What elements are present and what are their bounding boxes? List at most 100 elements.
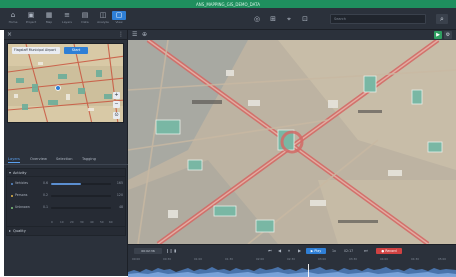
toolbar-button-data[interactable]: ▤ Data bbox=[78, 11, 92, 28]
add-layer-icon[interactable]: ⊕ bbox=[142, 31, 147, 38]
folder-icon: ▣ bbox=[27, 11, 35, 19]
activity-slider-fill bbox=[51, 182, 81, 185]
quality-title: Quality bbox=[13, 229, 26, 233]
activity-slider[interactable] bbox=[51, 206, 111, 209]
tab-tagging[interactable]: Tagging bbox=[82, 157, 96, 161]
timeline-tick: 05:00 bbox=[438, 257, 447, 261]
zoom-out-icon[interactable]: − bbox=[113, 101, 120, 108]
toolbar-button-map[interactable]: ▦ Map bbox=[42, 11, 56, 28]
tab-layers[interactable]: Layers bbox=[8, 157, 20, 163]
vehicles-swatch bbox=[11, 182, 13, 185]
activity-slider[interactable] bbox=[51, 194, 111, 197]
timeline-tick: 00:00 bbox=[132, 257, 141, 261]
map-icon: ▦ bbox=[45, 11, 53, 19]
pause-icon[interactable]: ❙❙ bbox=[166, 248, 173, 254]
persons-swatch bbox=[11, 194, 13, 197]
toolbar-label-home: Home bbox=[8, 20, 18, 24]
locate-icon[interactable]: ⊙ bbox=[113, 112, 120, 119]
axis-tick: 20 bbox=[70, 220, 74, 224]
window-title-bar: ANS_MAPPING_GIS_DEMO_DATA bbox=[0, 0, 456, 8]
chart-icon: ◫ bbox=[99, 11, 107, 19]
activity-row-vehicles[interactable]: Vehicles 0.6 165 bbox=[11, 181, 123, 186]
grid-icon[interactable]: ⊞ bbox=[268, 14, 278, 24]
timeline-tick: 01:30 bbox=[225, 257, 234, 261]
toolbar-button-home[interactable]: ⌂ Home bbox=[6, 11, 20, 28]
viewer-toolbar: ☰ ⊕ ▶ ⚙ bbox=[128, 30, 456, 40]
view-icon: ▢ bbox=[112, 11, 126, 20]
timeline-tick: 01:00 bbox=[194, 257, 203, 261]
activity-row-persons[interactable]: Persons 0.2 120 bbox=[11, 193, 123, 198]
location-field[interactable]: Flagstaff Municipal Airport bbox=[12, 47, 60, 54]
toolbar-button-analyze[interactable]: ◫ Analyze bbox=[96, 11, 110, 28]
left-tabs: Layers Overview Selection Tagging bbox=[4, 155, 128, 165]
activity-row-value: 0.6 bbox=[43, 181, 49, 185]
minimap[interactable]: Flagstaff Municipal Airport Start + − ⊙ bbox=[7, 43, 124, 123]
axis-tick: 10 bbox=[60, 220, 64, 224]
skip-forward-icon[interactable]: ⏭ bbox=[364, 248, 368, 254]
timeline-tick: 04:00 bbox=[380, 257, 389, 261]
record-button[interactable]: ● Record bbox=[376, 248, 402, 254]
left-panel: × ⋮ Flagstaff Municipal Airport Start + … bbox=[4, 30, 128, 276]
activity-waveform[interactable] bbox=[128, 264, 456, 277]
chevron-down-icon: ▾ bbox=[9, 170, 12, 175]
activity-header[interactable]: ▾ Activity bbox=[7, 169, 125, 177]
play-button[interactable]: ▶ Play bbox=[306, 248, 326, 254]
settings-icon[interactable]: ⚙ bbox=[444, 31, 452, 39]
activity-title: Activity bbox=[13, 171, 27, 175]
zoom-in-icon[interactable]: + bbox=[113, 92, 120, 99]
tab-selection[interactable]: Selection bbox=[56, 157, 73, 161]
toolbar-label-view: View bbox=[115, 20, 123, 24]
panel-options-icon[interactable]: ⋮ bbox=[118, 31, 124, 38]
timeline-panel: 00:02:36 ❙❙ ▮ ⏮ ◀ ⏸ ▶ ▶ Play 1x 02:17 ⏭ … bbox=[128, 244, 456, 277]
chevron-right-icon: ▸ bbox=[9, 228, 12, 233]
timeline-tick: 03:00 bbox=[318, 257, 327, 261]
home-icon: ⌂ bbox=[10, 11, 16, 19]
activity-row-name: Persons bbox=[15, 193, 28, 197]
toolbar-label-layers: Layers bbox=[62, 20, 72, 24]
timeline-ticks: 00:00 00:30 01:00 01:30 02:00 02:30 03:0… bbox=[132, 257, 452, 262]
axis-tick: 50 bbox=[100, 220, 104, 224]
skip-back-icon[interactable]: ⏮ bbox=[268, 248, 272, 254]
activity-section: ▾ Activity Vehicles 0.6 165 Persons 0.2 … bbox=[6, 168, 126, 232]
activity-slider[interactable] bbox=[51, 182, 111, 185]
timeline-tick: 00:30 bbox=[163, 257, 172, 261]
main-toolbar: ⌂ Home ▣ Project ▦ Map ≡ Layers ▤ Data ◫… bbox=[0, 8, 456, 30]
tab-overview[interactable]: Overview bbox=[30, 157, 47, 161]
menu-icon[interactable]: ☰ bbox=[132, 31, 137, 38]
activity-row-value: 0.2 bbox=[43, 193, 49, 197]
axis-tick: 40 bbox=[90, 220, 94, 224]
axis-tick: 0 bbox=[51, 220, 53, 224]
toolbar-button-layers[interactable]: ≡ Layers bbox=[60, 11, 74, 28]
table-icon: ▤ bbox=[81, 11, 89, 19]
aerial-imagery bbox=[128, 30, 456, 244]
step-forward-icon[interactable]: ▶ bbox=[298, 248, 301, 254]
current-time: 00:02:36 bbox=[134, 248, 162, 254]
imagery-viewer[interactable]: ☰ ⊕ ▶ ⚙ bbox=[128, 30, 456, 244]
quality-header[interactable]: ▸ Quality bbox=[7, 227, 125, 235]
unknown-swatch bbox=[11, 206, 13, 209]
search-icon[interactable]: ⌕ bbox=[436, 14, 448, 24]
axis-tick: 60 bbox=[109, 220, 113, 224]
toolbar-label-data: Data bbox=[81, 20, 89, 24]
start-button[interactable]: Start bbox=[64, 47, 88, 54]
step-back-icon[interactable]: ◀ bbox=[278, 248, 281, 254]
target-icon[interactable]: ◎ bbox=[252, 14, 262, 24]
search-input[interactable]: Search bbox=[330, 14, 426, 24]
quality-section: ▸ Quality bbox=[6, 226, 126, 236]
layers-icon: ≡ bbox=[64, 11, 70, 19]
crosshair-icon[interactable]: ⌖ bbox=[284, 14, 294, 24]
playback-speed[interactable]: 1x bbox=[332, 248, 336, 254]
activity-row-value: 0.1 bbox=[43, 205, 49, 209]
frame-icon[interactable]: ⊡ bbox=[300, 14, 310, 24]
stop-icon[interactable]: ▮ bbox=[174, 248, 176, 254]
toolbar-button-project[interactable]: ▣ Project bbox=[24, 11, 38, 28]
play-icon[interactable]: ▶ bbox=[434, 31, 442, 39]
pause-small-icon[interactable]: ⏸ bbox=[288, 248, 290, 254]
close-icon[interactable]: × bbox=[7, 31, 12, 38]
activity-row-unknown[interactable]: Unknown 0.1 48 bbox=[11, 205, 123, 210]
activity-row-count: 120 bbox=[116, 193, 123, 197]
toolbar-button-view[interactable]: ▢ View bbox=[112, 11, 126, 28]
frame-readout: 02:17 bbox=[344, 249, 354, 253]
toolbar-label-project: Project bbox=[25, 20, 37, 24]
toolbar-label-analyze: Analyze bbox=[97, 20, 109, 24]
